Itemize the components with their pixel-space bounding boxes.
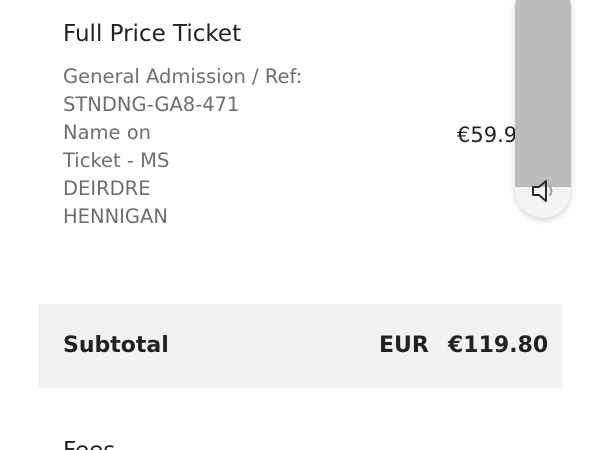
subtotal-row: Subtotal EUR €119.80 <box>38 304 563 388</box>
order-summary-page: Full Price Ticket General Admission / Re… <box>0 0 600 450</box>
speaker-icon <box>532 180 553 202</box>
ticket-details: General Admission / Ref: STNDNG-GA8-471 … <box>63 63 333 231</box>
ticket-detail-line: HENNIGAN <box>63 205 168 228</box>
ticket-detail-line: General Admission / Ref: <box>63 65 303 88</box>
ticket-detail-line: Ticket - MS <box>63 149 170 172</box>
subtotal-label: Subtotal <box>63 333 169 358</box>
subtotal-amount: €119.80 <box>448 333 549 358</box>
volume-level-fill <box>515 0 571 187</box>
subtotal-currency: EUR <box>379 333 429 358</box>
volume-slider[interactable] <box>515 0 571 218</box>
ticket-detail-line: STNDNG-GA8-471 <box>63 93 240 116</box>
ticket-detail-line: Name on <box>63 121 152 144</box>
ticket-price: €59.9 <box>457 123 518 147</box>
ticket-title: Full Price Ticket <box>63 21 242 47</box>
fees-heading: Fees <box>63 436 115 450</box>
ticket-detail-line: DEIRDRE <box>63 177 151 200</box>
